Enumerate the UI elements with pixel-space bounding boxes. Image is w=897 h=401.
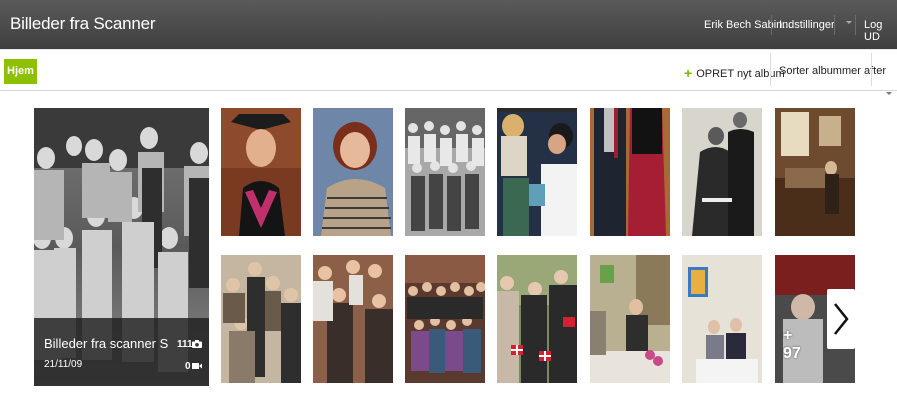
divider	[871, 53, 872, 86]
photo-thumbnail[interactable]	[405, 255, 485, 383]
album-title: Billeder fra scanner S...	[44, 336, 169, 351]
settings-link[interactable]: Indstillinger	[779, 19, 835, 31]
photo-thumbnail[interactable]	[590, 108, 670, 236]
top-bar: Billeder fra Scanner Erik Bech Sabin... …	[0, 0, 897, 49]
divider	[770, 53, 771, 86]
more-plus: +	[783, 327, 793, 344]
scroll-caret-icon[interactable]	[886, 92, 892, 95]
photo-thumbnail[interactable]	[682, 255, 762, 383]
plus-icon: +	[684, 65, 693, 81]
featured-album[interactable]: Billeder fra scanner S... 21/11/09 111 0	[34, 108, 209, 386]
create-album-label: OPRET nyt album	[696, 68, 785, 80]
chevron-right-icon	[834, 303, 849, 335]
photo-thumbnail[interactable]	[590, 255, 670, 383]
logout-link[interactable]: Log UD	[864, 19, 897, 43]
next-button[interactable]	[827, 289, 855, 349]
photo-thumbnail[interactable]	[221, 255, 301, 383]
home-button[interactable]: Hjem	[4, 59, 37, 84]
photo-thumbnail[interactable]	[775, 108, 855, 236]
photo-thumbnail[interactable]	[497, 255, 577, 383]
app-title: Billeder fra Scanner	[10, 14, 156, 33]
photo-thumbnail[interactable]	[313, 108, 393, 236]
more-photos-count: +97	[783, 327, 801, 363]
photo-thumbnail[interactable]	[221, 108, 301, 236]
photo-count: 111	[177, 339, 193, 350]
video-count: 0	[185, 361, 191, 372]
photo-thumbnail[interactable]	[405, 108, 485, 236]
divider	[855, 15, 856, 35]
chevron-down-icon[interactable]	[846, 21, 852, 24]
camera-icon	[192, 340, 202, 348]
more-count: 97	[783, 345, 801, 362]
video-icon	[192, 363, 202, 369]
photo-thumbnail[interactable]	[682, 108, 762, 236]
photo-thumbnail[interactable]	[313, 255, 393, 383]
album-caption: Billeder fra scanner S... 21/11/09 111 0	[34, 318, 209, 386]
divider	[834, 15, 835, 35]
divider	[771, 15, 772, 35]
sort-albums-button[interactable]: Sorter albummer after	[779, 65, 886, 77]
photo-thumbnail[interactable]	[497, 108, 577, 236]
album-toolbar: Hjem + OPRET nyt album Sorter albummer af…	[0, 49, 897, 91]
album-date: 21/11/09	[44, 359, 83, 370]
